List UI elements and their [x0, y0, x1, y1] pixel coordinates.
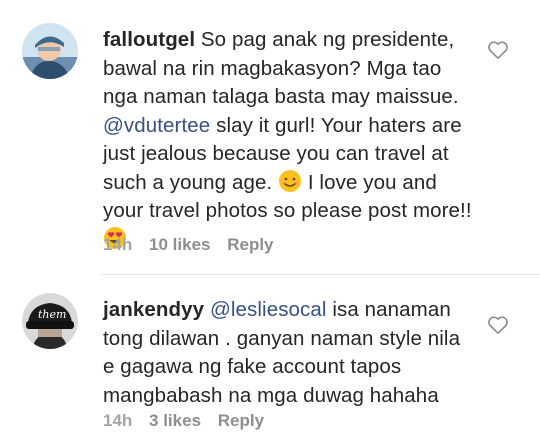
likes-count[interactable]: 10 likes [149, 235, 210, 254]
comment-username[interactable]: falloutgel [103, 28, 195, 51]
comment-meta: 14h 10 likes Reply [103, 235, 286, 255]
avatar-photo [22, 23, 78, 79]
likes-count[interactable]: 3 likes [149, 411, 201, 430]
comment-timestamp: 14h [103, 411, 133, 430]
reply-button[interactable]: Reply [218, 411, 264, 430]
mention-link[interactable]: @vdutertee [103, 114, 210, 137]
avatar[interactable]: them [22, 293, 78, 349]
comment-timestamp: 14h [103, 235, 133, 254]
like-heart-icon[interactable] [487, 315, 509, 335]
like-heart-icon[interactable] [487, 40, 509, 60]
avatar[interactable] [22, 23, 78, 79]
smiling-face-emoji [279, 169, 302, 192]
mention-link[interactable]: @lesliesocal [210, 298, 327, 321]
avatar-cap-text: them [38, 308, 67, 321]
reply-button[interactable]: Reply [227, 235, 273, 254]
comment-body: jankendyy @lesliesocal isa nanaman tong … [103, 296, 475, 410]
avatar-photo [22, 293, 78, 349]
comment-username[interactable]: jankendyy [103, 298, 204, 321]
comment-meta: 14h 3 likes Reply [103, 411, 276, 431]
comment-body: falloutgel So pag anak ng presidente, ba… [103, 26, 475, 254]
comment-divider [102, 274, 540, 275]
